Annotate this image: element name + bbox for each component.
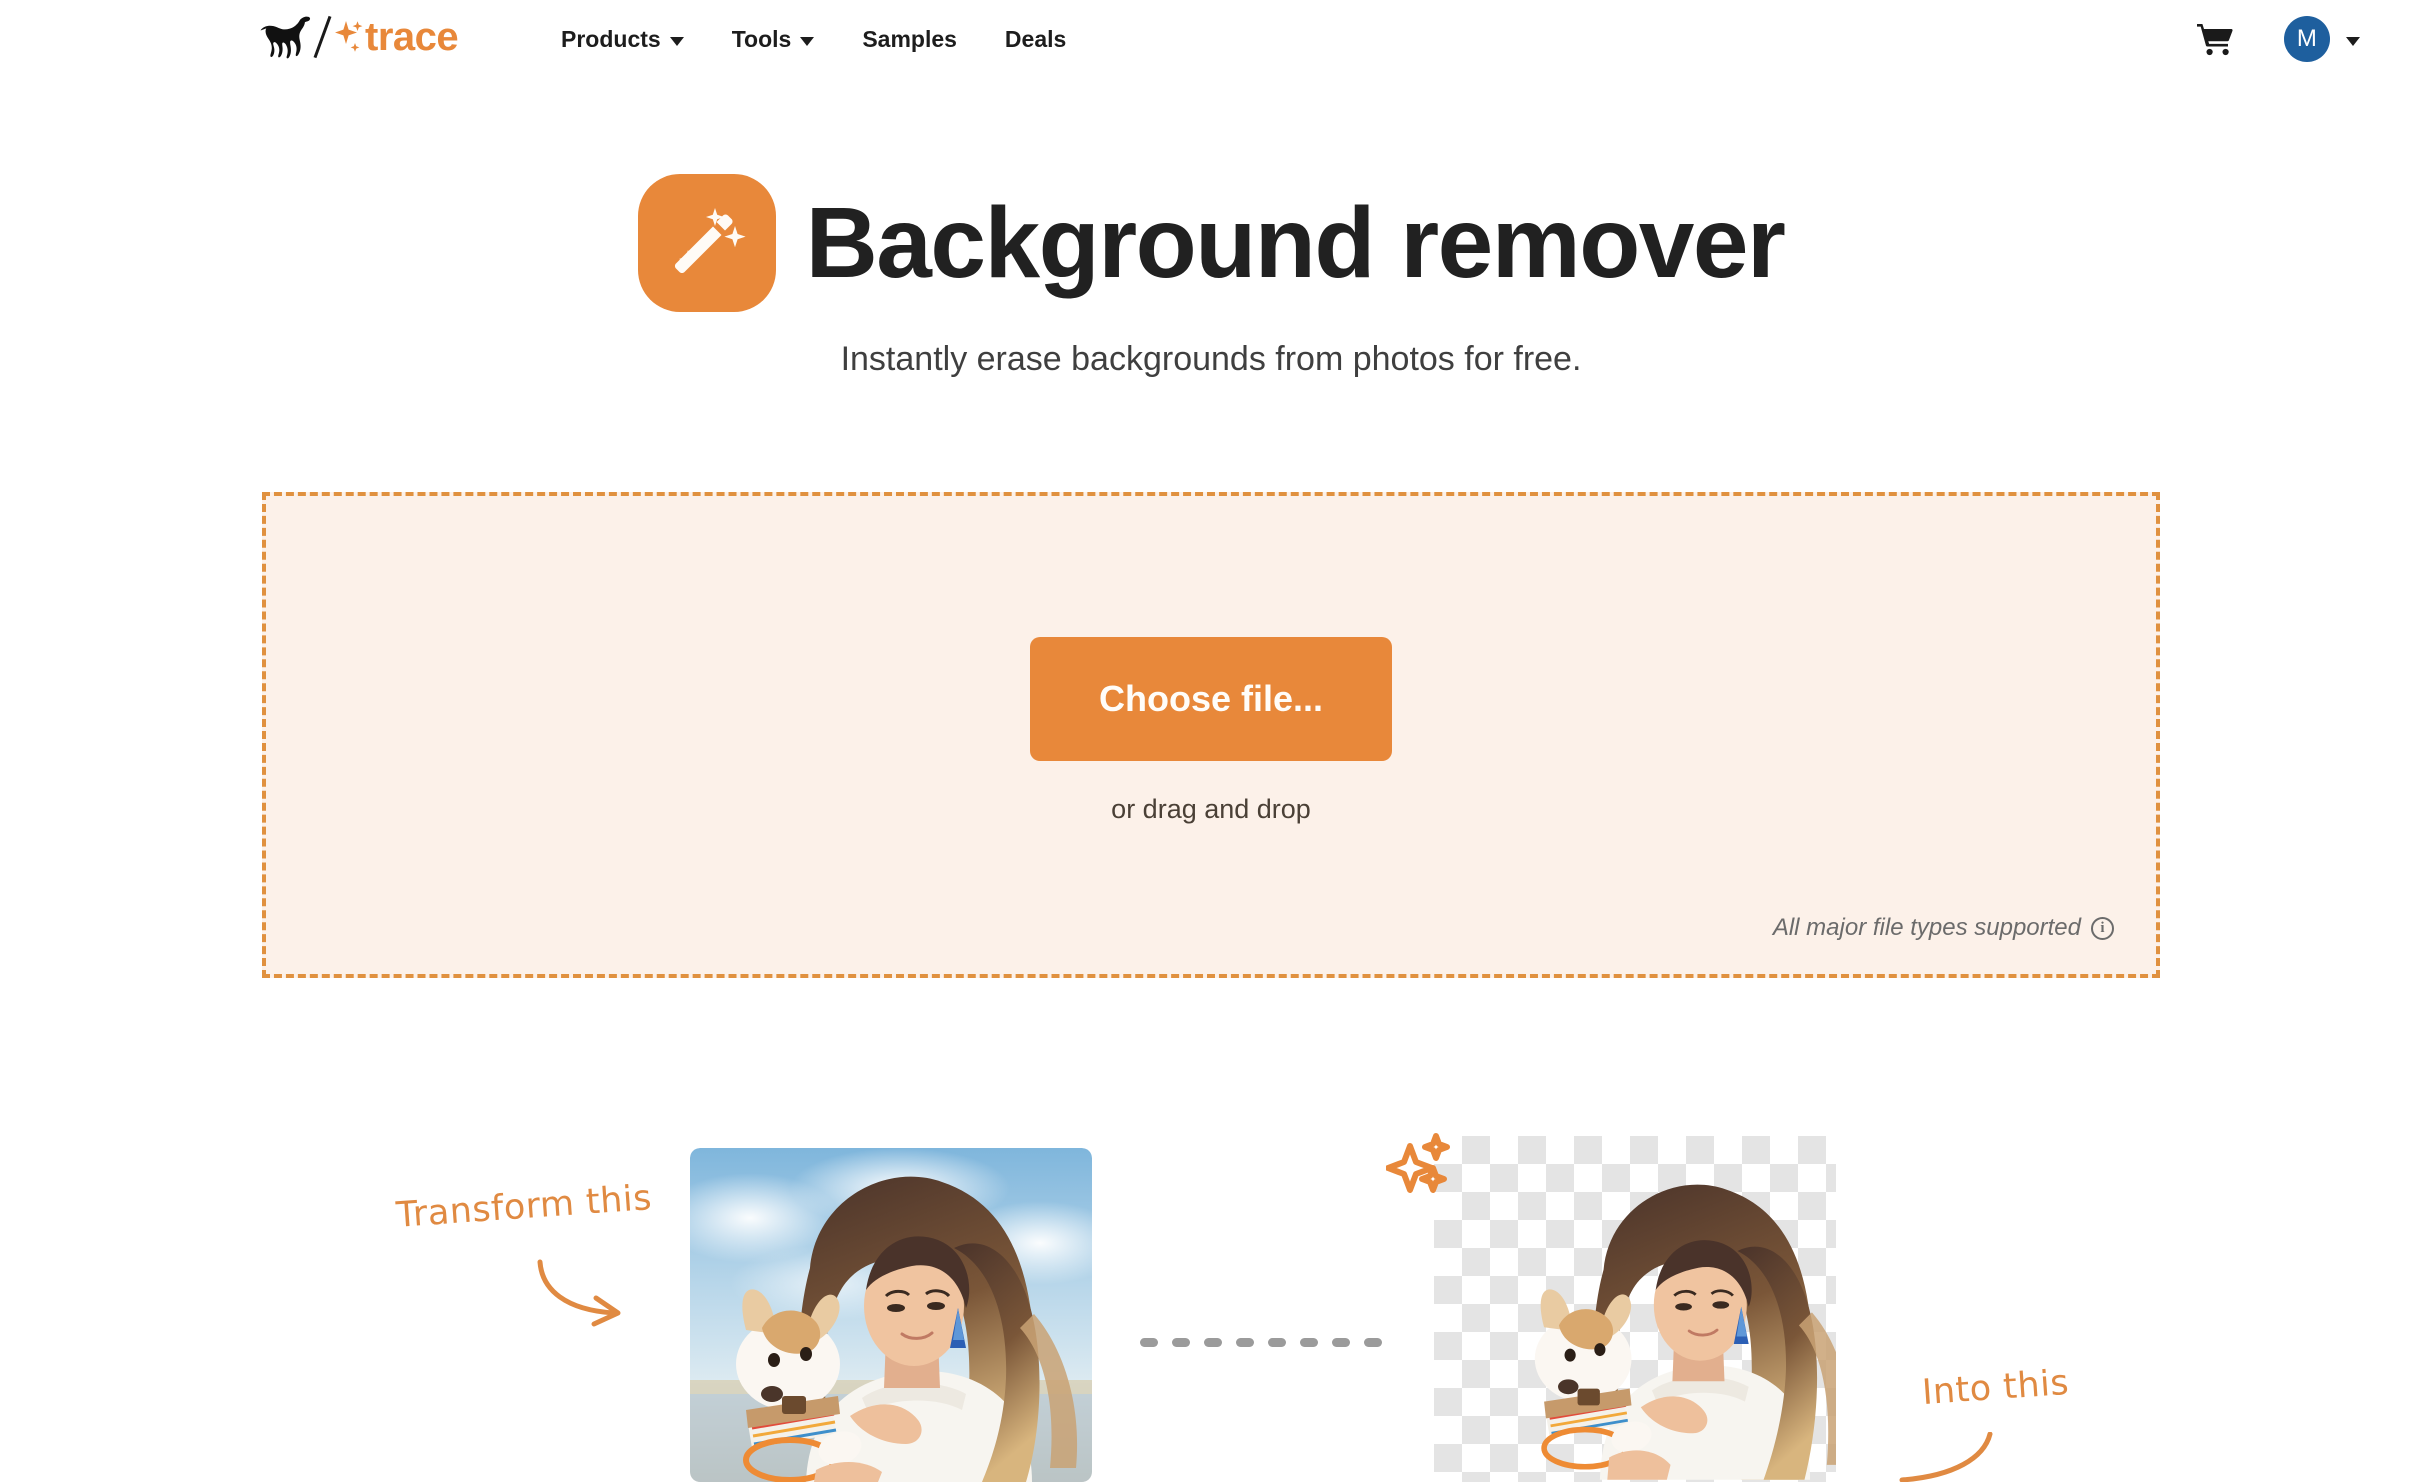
connector-dot bbox=[1268, 1338, 1286, 1347]
transform-this-label: Transform this bbox=[394, 1178, 654, 1236]
before-after-showcase: Transform this Into this bbox=[0, 1110, 2422, 1482]
drag-and-drop-hint: or drag and drop bbox=[1111, 794, 1311, 824]
curved-arrow-icon bbox=[532, 1258, 642, 1328]
chevron-down-icon bbox=[2346, 36, 2360, 46]
nav-item-samples[interactable]: Samples bbox=[838, 0, 981, 78]
site-header: trace Products Tools Samples Deals M bbox=[0, 0, 2422, 78]
chevron-down-icon bbox=[669, 36, 684, 46]
nav-item-products[interactable]: Products bbox=[537, 0, 708, 78]
account-menu-button[interactable]: M bbox=[2256, 16, 2378, 62]
nav-label-samples: Samples bbox=[862, 25, 957, 52]
file-types-text: All major file types supported bbox=[1772, 914, 2081, 941]
horse-silhouette-icon bbox=[258, 14, 312, 60]
page-root: trace Products Tools Samples Deals M Bac… bbox=[0, 0, 2422, 1482]
connector-dot bbox=[1172, 1338, 1190, 1347]
cart-button[interactable] bbox=[2174, 22, 2256, 56]
page-title: Background remover bbox=[805, 187, 1786, 299]
nav-label-products: Products bbox=[561, 25, 661, 52]
connector-dot bbox=[1300, 1338, 1318, 1347]
connector-dot bbox=[1204, 1338, 1222, 1347]
nav-label-deals: Deals bbox=[1004, 25, 1067, 52]
nav-label-tools: Tools bbox=[731, 25, 792, 52]
page-title-row: Background remover bbox=[0, 174, 2422, 312]
file-types-note: All major file types supported i bbox=[1773, 914, 2114, 942]
connector-dots bbox=[1140, 1338, 1382, 1347]
shopping-cart-icon bbox=[2196, 22, 2234, 56]
connector-dot bbox=[1140, 1338, 1158, 1347]
header-actions: M bbox=[2174, 0, 2378, 78]
main-navigation: Products Tools Samples Deals bbox=[537, 0, 1090, 78]
sparkle-icon bbox=[334, 17, 365, 57]
avatar: M bbox=[2284, 16, 2330, 62]
chevron-down-icon bbox=[800, 36, 815, 46]
nav-item-deals[interactable]: Deals bbox=[981, 0, 1090, 78]
nav-item-tools[interactable]: Tools bbox=[708, 0, 839, 78]
connector-dot bbox=[1364, 1338, 1382, 1347]
brand-wordmark: trace bbox=[365, 15, 459, 59]
magic-wand-sparkles-icon bbox=[637, 174, 776, 312]
brand-slash-divider bbox=[312, 14, 334, 60]
curved-arrow-icon bbox=[1880, 1432, 2000, 1482]
before-photo bbox=[690, 1148, 1092, 1482]
brand-logo[interactable]: trace bbox=[258, 6, 459, 68]
choose-file-button[interactable]: Choose file... bbox=[1030, 637, 1392, 761]
info-icon[interactable]: i bbox=[2091, 916, 2114, 940]
sparkle-icon bbox=[1386, 1132, 1458, 1198]
connector-dot bbox=[1236, 1338, 1254, 1347]
file-dropzone[interactable]: Choose file... or drag and drop All majo… bbox=[262, 492, 2160, 978]
into-this-label: Into this bbox=[1920, 1362, 2071, 1414]
connector-dot bbox=[1332, 1338, 1350, 1347]
page-subtitle: Instantly erase backgrounds from photos … bbox=[840, 340, 1582, 378]
after-photo bbox=[1434, 1136, 1836, 1482]
